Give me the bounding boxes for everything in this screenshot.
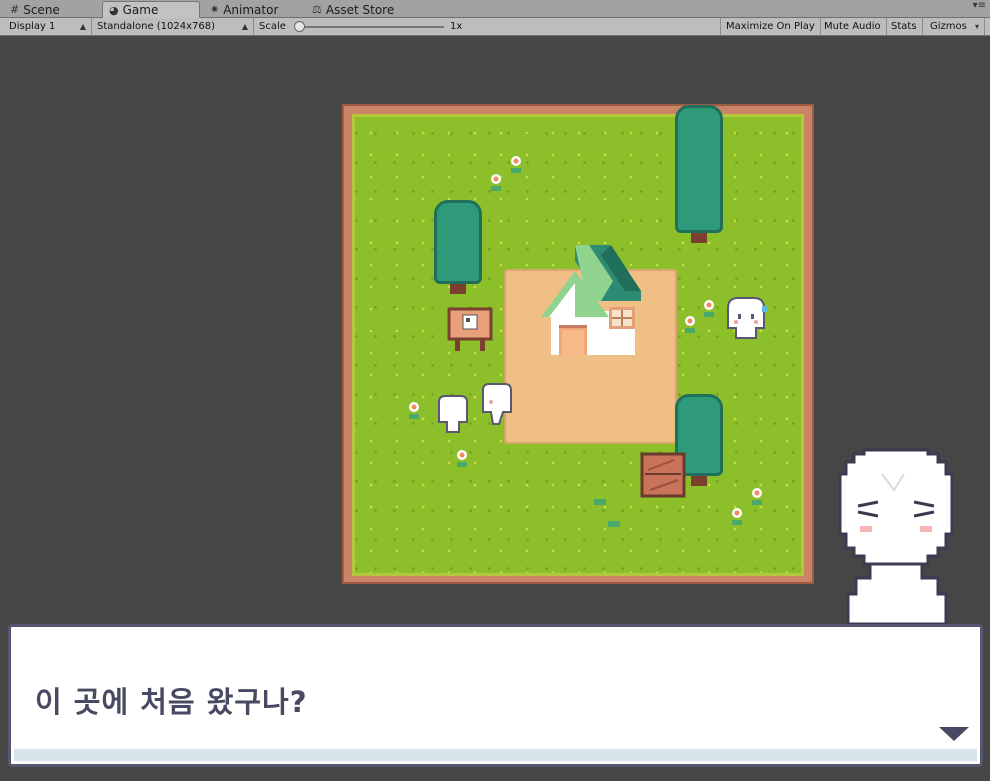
dialogue-box[interactable]: 이 곳에 처음 왔구나? — [8, 624, 983, 767]
editor-tab-bar: # Scene ◕ Game ✷ Animator ⚖ Asset Store … — [0, 0, 990, 18]
store-icon: ⚖ — [312, 3, 322, 16]
flower-sprite — [409, 402, 419, 419]
resolution-dropdown[interactable]: Standalone (1024x768) ▲︎ — [92, 18, 254, 35]
npc-ghost-sprite — [482, 383, 512, 425]
flower-sprite — [491, 174, 501, 191]
flower-sprite — [752, 488, 762, 505]
player-character-sprite — [727, 297, 768, 339]
dropdown-arrow-icon: ▾ — [974, 22, 979, 31]
dialogue-text: 이 곳에 처음 왔구나? — [35, 685, 308, 719]
next-arrow-icon[interactable] — [939, 727, 969, 741]
tab-menu-icon[interactable]: ▾≡ — [973, 0, 986, 11]
signboard-sprite — [447, 307, 493, 351]
grass-tuft-sprite — [608, 521, 620, 527]
character-portrait — [838, 448, 954, 624]
game-view-toolbar: Display 1 ▲︎ Standalone (1024x768) ▲︎ Sc… — [0, 18, 990, 36]
flower-sprite — [511, 156, 521, 173]
grid-icon: # — [10, 3, 20, 16]
grass-tuft-sprite — [594, 499, 606, 505]
dropdown-arrow-icon: ▲︎ — [241, 22, 248, 31]
display-dropdown[interactable]: Display 1 ▲︎ — [4, 18, 92, 35]
grass-field — [352, 105, 804, 576]
house-sprite — [541, 245, 641, 355]
dropdown-arrow-icon: ▲︎ — [79, 22, 86, 31]
maximize-on-play-toggle[interactable]: Maximize On Play — [720, 18, 821, 35]
flower-sprite — [704, 300, 714, 317]
crate-sprite — [640, 452, 686, 498]
game-icon: ◕ — [109, 3, 119, 17]
scale-slider-handle[interactable] — [294, 21, 305, 32]
tree-sprite — [675, 105, 723, 243]
flower-sprite — [457, 450, 467, 467]
scale-value: 1x — [450, 21, 463, 32]
tab-animator[interactable]: ✷ Animator — [204, 1, 284, 18]
tab-asset-store[interactable]: ⚖ Asset Store — [306, 1, 400, 18]
mute-audio-toggle[interactable]: Mute Audio — [819, 18, 887, 35]
animator-icon: ✷ — [210, 3, 220, 16]
tree-sprite — [434, 200, 482, 294]
gizmos-dropdown[interactable]: Gizmos ▾ — [925, 18, 985, 35]
npc-ghost-sprite — [438, 395, 468, 433]
flower-sprite — [732, 508, 742, 525]
game-view-bottom-edge — [0, 767, 990, 781]
flower-sprite — [685, 316, 695, 333]
tab-game[interactable]: ◕ Game — [102, 1, 200, 18]
stats-toggle[interactable]: Stats — [886, 18, 923, 35]
scale-slider-track[interactable] — [294, 26, 444, 28]
game-map — [342, 104, 814, 584]
tab-scene[interactable]: # Scene — [4, 1, 66, 18]
